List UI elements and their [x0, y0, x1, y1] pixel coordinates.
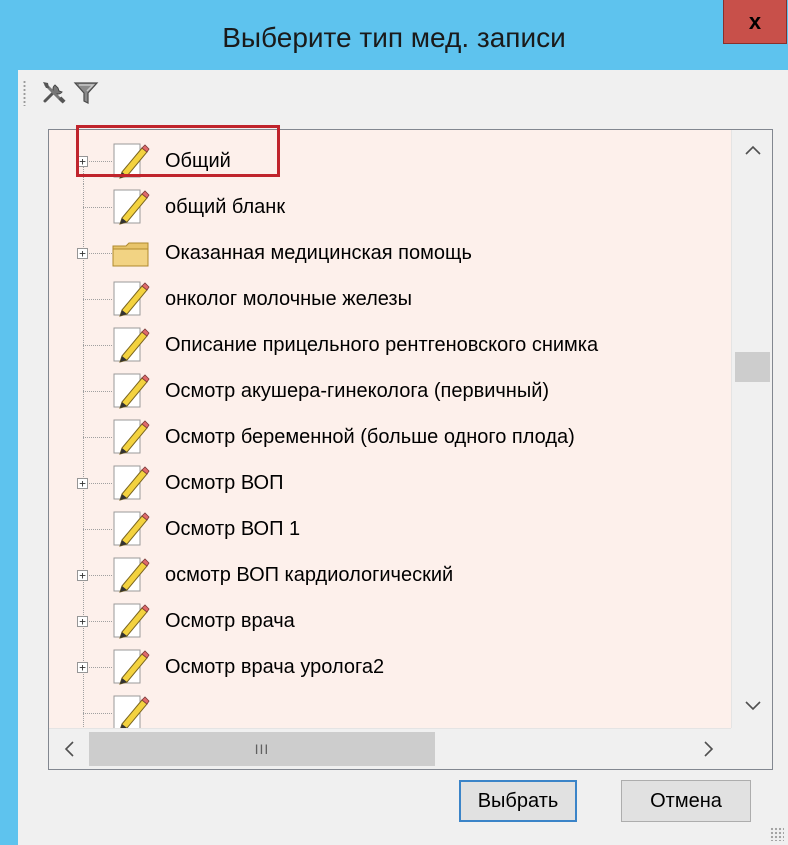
expand-toggle[interactable]: + — [77, 156, 88, 167]
tree-item-label: осмотр ВОП кардиологический — [165, 564, 454, 586]
chevron-left-icon — [64, 741, 74, 757]
tree-item-label: Оказанная медицинская помощь — [165, 242, 472, 264]
toolbar-grip[interactable] — [23, 80, 26, 106]
scroll-thumb-grip: III — [254, 741, 270, 757]
tree-item[interactable]: общий бланк — [49, 184, 731, 230]
select-button[interactable]: Выбрать — [459, 780, 577, 822]
pencil-document-icon — [113, 189, 150, 225]
horizontal-scrollbar[interactable]: III — [49, 728, 731, 769]
vertical-scrollbar[interactable] — [731, 130, 772, 728]
tree-line — [83, 207, 113, 208]
tree-item-label: Осмотр врача — [165, 610, 295, 632]
scroll-down-button[interactable] — [732, 686, 772, 726]
tree-item[interactable]: Осмотр ВОП 1 — [49, 506, 731, 552]
tree-line — [83, 345, 113, 346]
tree-item[interactable]: + Оказанная медицинская помощь — [49, 230, 731, 276]
tree-item[interactable]: + Осмотр ВОП — [49, 460, 731, 506]
tree-item[interactable]: + Осмотр врача — [49, 598, 731, 644]
expand-toggle[interactable]: + — [77, 616, 88, 627]
scroll-right-button[interactable] — [689, 729, 729, 769]
pencil-document-icon — [113, 419, 150, 455]
horizontal-scroll-thumb[interactable]: III — [89, 732, 435, 766]
chevron-up-icon — [744, 145, 761, 155]
tree-line — [83, 391, 113, 392]
window-title: Выберите тип мед. записи — [222, 22, 566, 53]
tree-line — [83, 437, 113, 438]
tree-line — [83, 713, 113, 714]
scroll-left-button[interactable] — [49, 729, 89, 769]
scrollbar-corner — [731, 728, 772, 769]
tree-item-label: Общий — [165, 150, 231, 172]
expand-toggle[interactable]: + — [77, 570, 88, 581]
tree-line — [83, 690, 84, 728]
cancel-button[interactable]: Отмена — [621, 780, 751, 822]
tree-line — [83, 529, 113, 530]
scroll-up-button[interactable] — [732, 130, 772, 170]
tree-item-label: общий бланк — [165, 196, 286, 218]
pencil-document-icon — [113, 695, 150, 728]
tree-item[interactable]: Осмотр акушера-гинеколога (первичный) — [49, 368, 731, 414]
tree-item-label: Осмотр врача уролога2 — [165, 656, 385, 678]
pencil-document-icon — [113, 557, 150, 593]
pencil-document-icon — [113, 603, 150, 639]
resize-grip[interactable] — [770, 827, 784, 841]
filter-icon[interactable] — [72, 79, 100, 107]
folder-icon — [112, 242, 149, 267]
dialog-window: Выберите тип мед. записи x + Общий общий… — [0, 0, 788, 845]
tree-item[interactable]: онколог молочные железы — [49, 276, 731, 322]
chevron-down-icon — [744, 701, 761, 711]
tree-list[interactable]: + Общий общий бланк + Оказанная медицинс… — [49, 130, 731, 728]
expand-toggle[interactable]: + — [77, 478, 88, 489]
title-bar[interactable]: Выберите тип мед. записи x — [0, 0, 788, 80]
close-button[interactable]: x — [723, 0, 787, 44]
tree-item-label: Осмотр акушера-гинеколога (первичный) — [165, 380, 550, 402]
tree-item[interactable] — [49, 690, 731, 728]
pencil-document-icon — [113, 327, 150, 363]
tree-item[interactable]: Описание прицельного рентгеновского сним… — [49, 322, 731, 368]
pencil-document-icon — [113, 373, 150, 409]
tree-item-label: Осмотр беременной (больше одного плода) — [165, 426, 575, 448]
tree-item-label: Осмотр ВОП — [165, 472, 284, 494]
toolbar — [18, 70, 788, 114]
tree-item[interactable]: + осмотр ВОП кардиологический — [49, 552, 731, 598]
dialog-body: + Общий общий бланк + Оказанная медицинс… — [18, 70, 788, 845]
chevron-right-icon — [704, 741, 714, 757]
tree-item-label: Описание прицельного рентгеновского сним… — [165, 334, 599, 356]
tools-icon[interactable] — [40, 79, 68, 107]
pencil-document-icon — [113, 649, 150, 685]
pencil-document-icon — [113, 143, 150, 179]
tree-item[interactable]: Осмотр беременной (больше одного плода) — [49, 414, 731, 460]
pencil-document-icon — [113, 511, 150, 547]
tree-item-label: онколог молочные железы — [165, 288, 412, 310]
tree-item[interactable]: + Осмотр врача уролога2 — [49, 644, 731, 690]
tree-item[interactable]: + Общий — [49, 138, 731, 184]
record-type-tree[interactable]: + Общий общий бланк + Оказанная медицинс… — [48, 129, 773, 770]
pencil-document-icon — [113, 465, 150, 501]
expand-toggle[interactable]: + — [77, 662, 88, 673]
tree-line — [83, 299, 113, 300]
vertical-scroll-thumb[interactable] — [735, 352, 770, 382]
expand-toggle[interactable]: + — [77, 248, 88, 259]
tree-item-label: Осмотр ВОП 1 — [165, 518, 301, 540]
pencil-document-icon — [113, 281, 150, 317]
